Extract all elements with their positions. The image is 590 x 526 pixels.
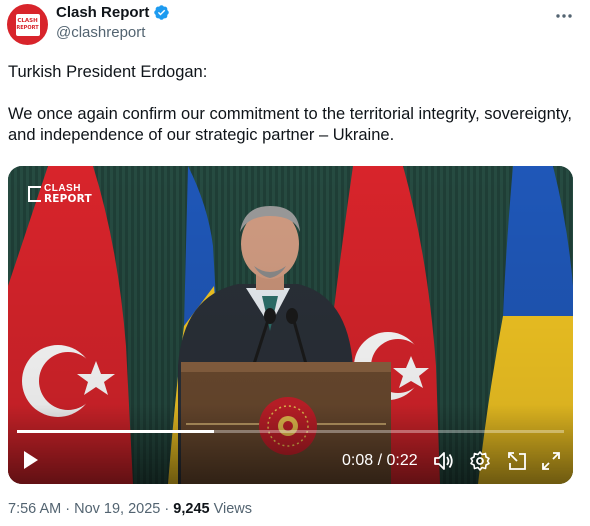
tweet-line-1: Turkish President Erdogan: [8,63,208,81]
meta-separator-2: · [164,501,170,517]
video-controls: 0:08 / 0:22 [8,446,573,476]
meta-separator: · [65,501,71,517]
more-options-icon[interactable] [554,6,574,26]
watermark-logo-icon [28,186,41,202]
video-time-display: 0:08 / 0:22 [342,452,418,469]
picture-in-picture-icon[interactable] [506,450,528,472]
tweet-date[interactable]: Nov 19, 2025 [74,501,160,517]
tweet-paragraph-gap [8,83,578,104]
tweet-time[interactable]: 7:56 AM [8,501,61,517]
verified-badge-icon [154,5,170,20]
avatar-text-bottom: REPORT [16,24,39,31]
tweet-meta: 7:56 AM · Nov 19, 2025 · 9,245 Views [8,501,252,517]
volume-icon[interactable] [432,450,454,472]
fullscreen-icon[interactable] [540,450,562,472]
video-player[interactable]: CLASH REPORT 0:08 / 0:22 [8,166,573,484]
play-icon[interactable] [22,450,40,470]
video-frame [8,166,573,484]
watermark-line-2: REPORT [44,193,92,205]
author-name-row: Clash Report [56,4,170,21]
views-count: 9,245 [173,501,210,517]
avatar-text-top: CLASH [17,17,38,24]
video-progress-fill [17,430,214,433]
author-display-name[interactable]: Clash Report [56,4,149,21]
views-label: Views [213,501,253,517]
settings-icon[interactable] [469,450,491,472]
author-handle[interactable]: @clashreport [56,24,145,41]
avatar-logo: CLASH REPORT [15,13,40,36]
clash-report-watermark: CLASH REPORT [28,184,92,204]
video-progress-bar[interactable] [17,430,564,433]
tweet-line-2: We once again confirm our commitment to … [8,105,572,144]
avatar[interactable]: CLASH REPORT [7,4,48,45]
tweet-text: Turkish President Erdogan: We once again… [8,62,578,146]
